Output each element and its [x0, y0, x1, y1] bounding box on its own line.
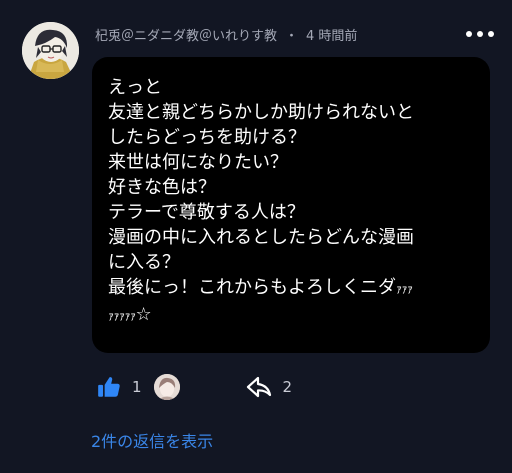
more-dot: [466, 31, 472, 37]
comment-bubble: えっと 友達と親どちらかしか助けられないと したらどっちを助ける？ 来世は何にな…: [92, 57, 490, 353]
comment-text: テラーで尊敬する人は？: [108, 202, 305, 223]
comment-line: したらどっちを助ける？: [108, 125, 480, 150]
comment-actions: 1 2: [96, 372, 292, 402]
star-glyph: ☆: [135, 304, 152, 325]
like-button[interactable]: 1: [96, 374, 142, 400]
more-dot: [477, 31, 483, 37]
comment-text-small: ｧｧｧ: [396, 282, 413, 296]
comment-text: 漫画の中に入れるとしたらどんな漫画: [108, 227, 414, 248]
like-count: 1: [132, 378, 142, 396]
comment-header: 杞兎＠ニダニダ教＠いれりす教 ・ 4 時間前: [95, 24, 357, 44]
comment-text: したらどっちを助ける？: [108, 127, 306, 148]
more-dot: [488, 31, 494, 37]
comment-line: テラーで尊敬する人は？: [108, 200, 480, 225]
author-name[interactable]: 杞兎＠ニダニダ教＠いれりす教: [95, 25, 277, 44]
comment-text: えっと: [108, 77, 162, 98]
view-replies-link[interactable]: 2件の返信を表示: [91, 428, 213, 452]
separator-dot: ・: [285, 28, 299, 44]
reply-arrow-icon: [246, 376, 271, 398]
comment-line: 漫画の中に入れるとしたらどんな漫画: [108, 225, 480, 250]
timestamp: 4 時間前: [306, 28, 358, 44]
comment-text: 最後にっ！これからもよろしくニダ: [108, 277, 396, 298]
comment-line: ｧｧｧｧｧ☆: [108, 302, 480, 329]
comment-line: に入る？: [108, 250, 480, 275]
liker-avatar[interactable]: [153, 374, 180, 400]
reply-count: 2: [282, 378, 293, 396]
thumbs-up-icon: [98, 377, 120, 397]
comment-text: 来世は何になりたい？: [108, 152, 288, 173]
author-avatar[interactable]: [22, 22, 79, 79]
comment-line: 好きな色は？: [108, 175, 480, 200]
comment-line: 最後にっ！これからもよろしくニダｧｧｧ: [108, 275, 480, 302]
comment-line: 来世は何になりたい？: [108, 150, 480, 175]
comment-screen: 杞兎＠ニダニダ教＠いれりす教 ・ 4 時間前 えっと 友達と親どちらかしか助けら…: [0, 0, 512, 473]
comment-line: 友達と親どちらかしか助けられないと: [108, 100, 480, 125]
reply-button[interactable]: 2: [246, 375, 293, 399]
comment-text-small: ｧｧｧｧｧ: [108, 309, 136, 323]
comment-text: 友達と親どちらかしか助けられないと: [108, 102, 414, 123]
liker-avatar-image: [153, 374, 180, 400]
author-avatar-image: [22, 22, 79, 79]
comment-line: えっと: [108, 75, 480, 100]
more-dots-icon[interactable]: [466, 31, 494, 37]
comment-text: に入る？: [108, 252, 180, 273]
comment-text: 好きな色は？: [108, 177, 216, 198]
